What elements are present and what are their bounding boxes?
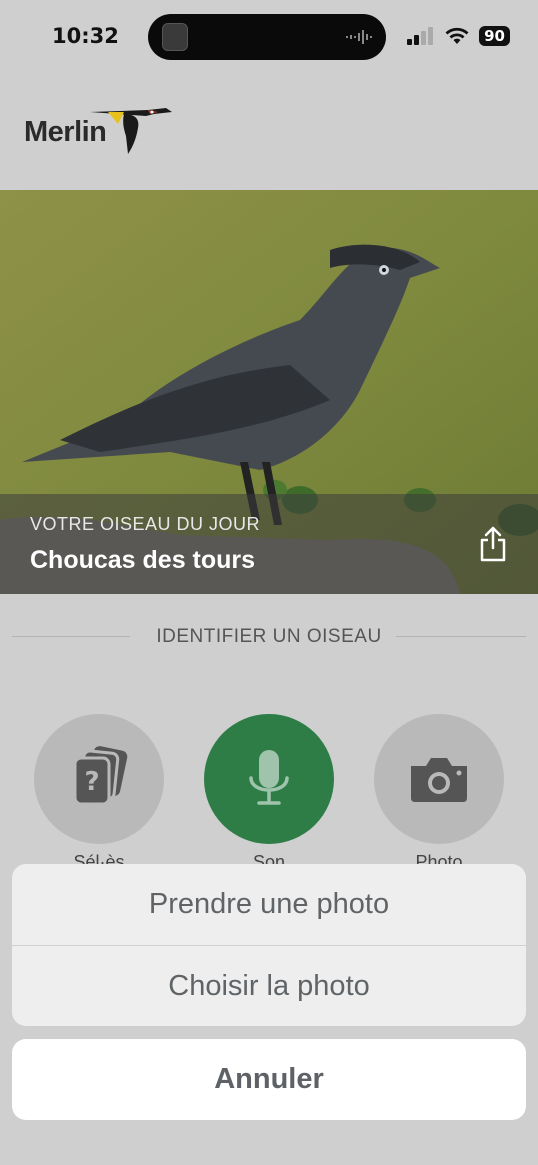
hero-caption: VOTRE OISEAU DU JOUR Choucas des tours [0,494,538,594]
wifi-icon [445,27,469,44]
step-by-step-button[interactable]: ? [34,714,164,844]
bird-of-day-label: VOTRE OISEAU DU JOUR [30,514,261,534]
choose-photo-option[interactable]: Choisir la photo [12,946,526,1026]
status-indicators: 90 [407,26,510,46]
identify-section-header: IDENTIFIER UN OISEAU [12,624,526,650]
photo-action-sheet: Prendre une photo Choisir la photo [12,864,526,1026]
svg-text:?: ? [84,767,99,797]
status-bar: 10:32 90 [0,0,538,72]
status-time: 10:32 [52,24,119,48]
battery-indicator: 90 [479,26,510,46]
sound-id-button[interactable] [204,714,334,844]
cellular-signal-icon [407,27,434,45]
photo-id-button[interactable] [374,714,504,844]
audio-waveform-icon [346,30,372,44]
divider [396,636,526,637]
merlin-bird-logo-icon [90,108,172,154]
bird-of-the-day-card[interactable]: VOTRE OISEAU DU JOUR Choucas des tours [0,190,538,594]
dynamic-island [148,14,386,60]
app-thumbnail-icon [162,23,188,51]
microphone-icon [249,750,289,805]
camera-icon [411,758,467,802]
identify-title: IDENTIFIER UN OISEAU [156,626,382,647]
bird-name: Choucas des tours [30,546,256,574]
cancel-button[interactable]: Annuler [12,1039,526,1120]
share-icon[interactable] [478,526,508,562]
app-header: Merlin [0,72,538,190]
take-photo-option[interactable]: Prendre une photo [12,864,526,945]
question-cards-icon: ? [73,746,128,806]
